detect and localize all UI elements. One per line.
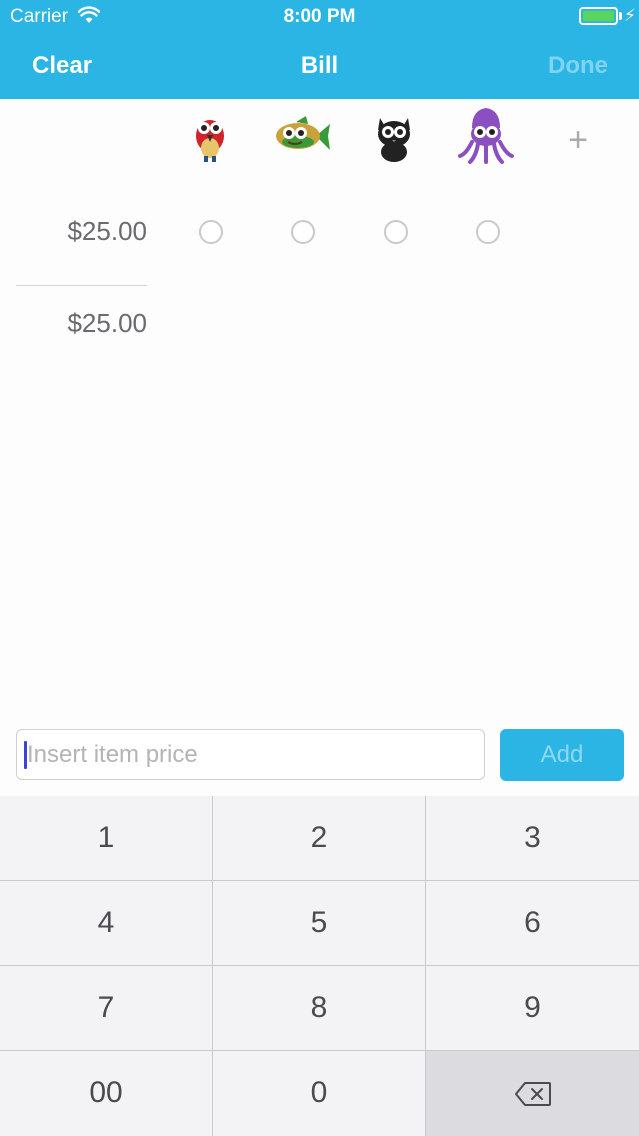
key-9[interactable]: 9: [426, 966, 639, 1050]
add-person-button[interactable]: +: [563, 122, 593, 158]
keypad-separator: [0, 1050, 639, 1051]
fish-icon[interactable]: [272, 108, 332, 168]
assign-radio-parrot[interactable]: [199, 220, 223, 244]
clock: 8:00 PM: [283, 6, 356, 27]
key-4[interactable]: 4: [0, 881, 212, 965]
charging-bolt-icon: ⚡︎: [624, 6, 636, 25]
status-bar: Carrier 8:00 PM ⚡︎: [0, 0, 639, 34]
keypad-separator: [212, 796, 213, 1136]
assign-radio-cat[interactable]: [384, 220, 408, 244]
backspace-key[interactable]: [426, 1051, 639, 1136]
number-keypad: 1 2 3 4 5 6 7 8 9 00 0: [0, 796, 639, 1136]
key-5[interactable]: 5: [213, 881, 425, 965]
key-0[interactable]: 0: [213, 1051, 425, 1136]
item-price[interactable]: $25.00: [16, 216, 147, 247]
keypad-separator: [0, 880, 639, 881]
add-button[interactable]: Add: [500, 729, 624, 781]
key-8[interactable]: 8: [213, 966, 425, 1050]
key-7[interactable]: 7: [0, 966, 212, 1050]
navigation-bar: Carrier 8:00 PM ⚡︎ Clear Bill Done: [0, 0, 639, 99]
text-cursor: [24, 741, 27, 769]
octopus-icon[interactable]: [456, 106, 516, 166]
total-divider: [16, 285, 147, 286]
battery-cap: [619, 12, 622, 20]
item-price-input[interactable]: [16, 729, 485, 780]
keypad-separator: [0, 965, 639, 966]
total-price: $25.00: [67, 308, 147, 338]
page-title: Bill: [300, 52, 339, 79]
battery-icon: [579, 7, 618, 25]
key-6[interactable]: 6: [426, 881, 639, 965]
key-3[interactable]: 3: [426, 796, 639, 880]
done-button[interactable]: Done: [548, 52, 608, 80]
assign-radio-octopus[interactable]: [476, 220, 500, 244]
parrot-icon[interactable]: [180, 108, 240, 168]
key-1[interactable]: 1: [0, 796, 212, 880]
key-2[interactable]: 2: [213, 796, 425, 880]
keypad-separator: [425, 796, 426, 1136]
assign-radio-fish[interactable]: [291, 220, 315, 244]
backspace-icon: [514, 1082, 551, 1107]
cat-icon[interactable]: [364, 108, 424, 168]
key-00[interactable]: 00: [0, 1051, 212, 1136]
